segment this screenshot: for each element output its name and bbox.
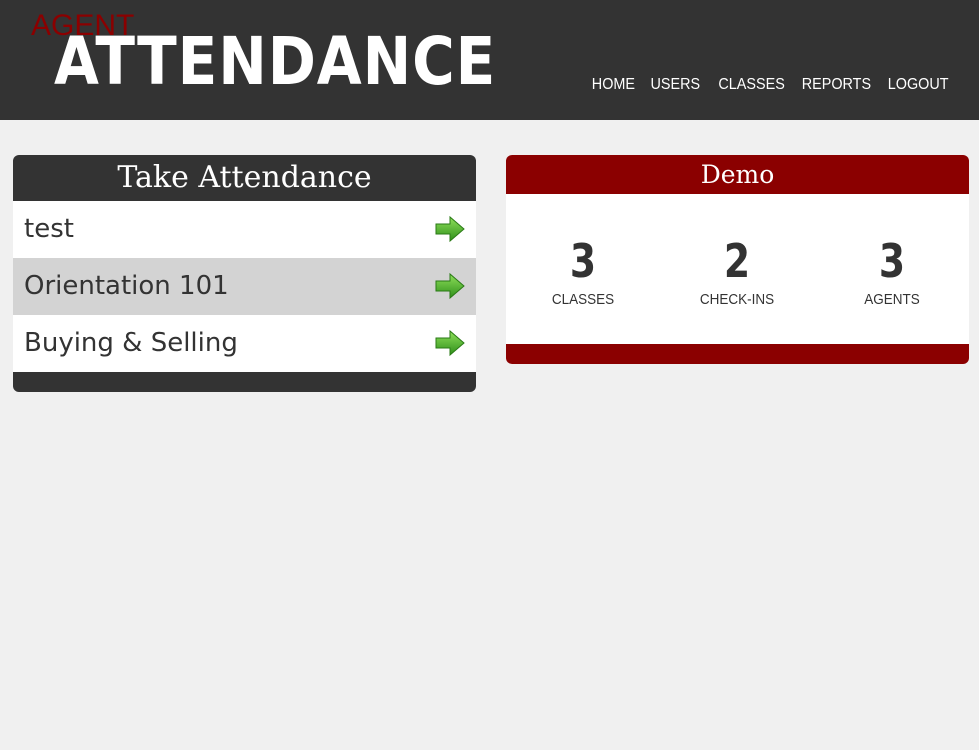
demo-panel-title: Demo <box>506 155 969 194</box>
stats-row: 3 CLASSES 2 CHECK-INS 3 AGENTS <box>506 194 969 344</box>
class-name: Orientation 101 <box>24 271 229 301</box>
stat-agents-label: AGENTS <box>864 291 920 308</box>
class-name: test <box>24 214 74 244</box>
take-attendance-panel: Take Attendance test Orientation 101 Buy… <box>13 155 476 392</box>
stat-agents-value: 3 <box>878 234 906 288</box>
class-name: Buying & Selling <box>24 328 238 358</box>
nav-reports-link[interactable]: REPORTS <box>802 74 871 96</box>
stat-check-ins: 2 CHECK-INS <box>660 232 814 310</box>
nav-classes-link[interactable]: CLASSES <box>718 74 784 96</box>
demo-panel-footer <box>506 344 969 364</box>
take-attendance-title: Take Attendance <box>117 160 372 195</box>
stat-classes-label: CLASSES <box>551 291 615 308</box>
green-arrow-icon[interactable] <box>435 328 465 358</box>
nav-users-link[interactable]: USERS <box>651 74 701 96</box>
stat-check-ins-label: CHECK-INS <box>699 291 775 308</box>
class-row-orientation-101[interactable]: Orientation 101 <box>13 258 476 315</box>
green-arrow-icon[interactable] <box>435 271 465 301</box>
class-list: test Orientation 101 Buying & Selling <box>13 201 476 372</box>
site-header: AGENT ATTENDANCE HOME USERS CLASSES REPO… <box>0 0 979 120</box>
stat-check-ins-value: 2 <box>723 234 751 288</box>
nav-logout-link[interactable]: LOGOUT <box>888 74 949 96</box>
stat-classes: 3 CLASSES <box>506 232 660 310</box>
class-row-buying-selling[interactable]: Buying & Selling <box>13 315 476 372</box>
stat-classes-value: 3 <box>569 234 597 288</box>
main-nav: HOME USERS CLASSES REPORTS LOGOUT <box>577 74 949 96</box>
logo-agent-text: AGENT <box>31 9 135 42</box>
class-row-test[interactable]: test <box>13 201 476 258</box>
stat-agents: 3 AGENTS <box>815 232 969 310</box>
demo-summary-panel: Demo 3 CLASSES 2 CHECK-INS 3 AGENTS <box>506 155 969 364</box>
nav-home-link[interactable]: HOME <box>592 74 635 96</box>
green-arrow-icon[interactable] <box>435 214 465 244</box>
